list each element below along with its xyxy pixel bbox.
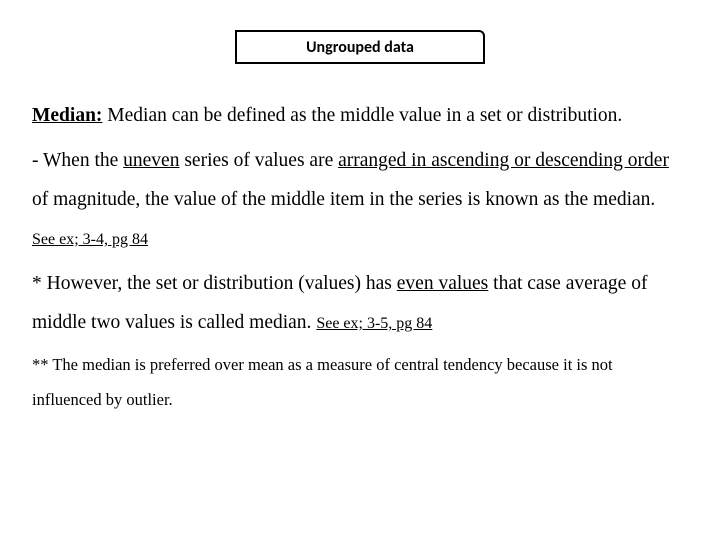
footnote-paragraph: ** The median is preferred over mean as …: [32, 348, 680, 417]
even-values-phrase: even values: [397, 273, 489, 294]
median-label: Median:: [32, 105, 102, 126]
however-lead: * However, the set or distribution (valu…: [32, 273, 397, 294]
uneven-word: uneven: [123, 150, 179, 171]
definition-paragraph: Median: Median can be defined as the mid…: [32, 96, 680, 135]
uneven-paragraph: - When the uneven series of values are a…: [32, 141, 680, 258]
body-text: Median: Median can be defined as the mid…: [32, 96, 680, 423]
footnote-text: ** The median is preferred over mean as …: [32, 355, 613, 409]
reference-1: See ex; 3-4, pg 84: [32, 231, 148, 248]
title-box: Ungrouped data: [235, 30, 485, 64]
even-paragraph: * However, the set or distribution (valu…: [32, 264, 680, 342]
reference-2: See ex; 3-5, pg 84: [316, 315, 432, 332]
slide: Ungrouped data Median: Median can be def…: [0, 0, 720, 540]
title-text: Ungrouped data: [306, 38, 414, 57]
bullet-dash: - When the: [32, 150, 123, 171]
arranged-phrase: arranged in ascending or descending orde…: [338, 150, 669, 171]
bullet-mid: series of values are: [179, 150, 338, 171]
bullet-tail: of magnitude, the value of the middle it…: [32, 189, 655, 210]
definition-text: Median can be defined as the middle valu…: [102, 105, 622, 126]
